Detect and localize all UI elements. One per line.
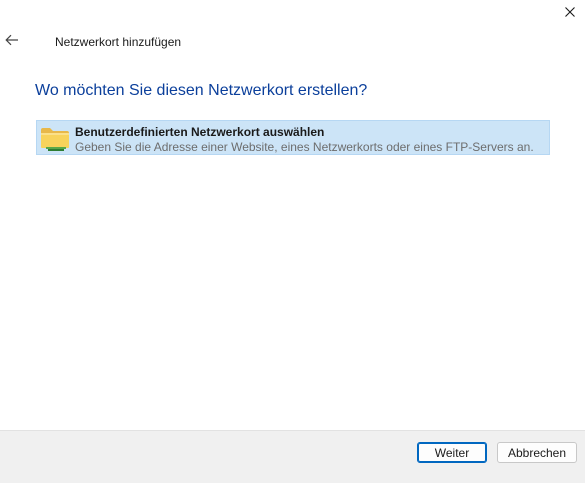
folder-icon — [41, 128, 69, 151]
option-description: Geben Sie die Adresse einer Website, ein… — [75, 140, 534, 154]
close-button[interactable] — [559, 2, 581, 22]
cancel-button[interactable]: Abbrechen — [497, 442, 577, 463]
arrow-left-icon — [5, 34, 18, 46]
close-icon — [565, 7, 575, 17]
wizard-title: Netzwerkort hinzufügen — [55, 35, 182, 49]
back-button[interactable] — [4, 32, 20, 48]
next-button[interactable]: Weiter — [417, 442, 487, 463]
footer-bar: Weiter Abbrechen — [0, 430, 585, 483]
page-heading: Wo möchten Sie diesen Netzwerkort erstel… — [35, 82, 368, 99]
option-custom-network-location[interactable]: Benutzerdefinierten Netzwerkort auswähle… — [36, 120, 550, 155]
wizard-window: Netzwerkort hinzufügen Wo möchten Sie di… — [0, 0, 585, 483]
option-title: Benutzerdefinierten Netzwerkort auswähle… — [75, 125, 325, 139]
